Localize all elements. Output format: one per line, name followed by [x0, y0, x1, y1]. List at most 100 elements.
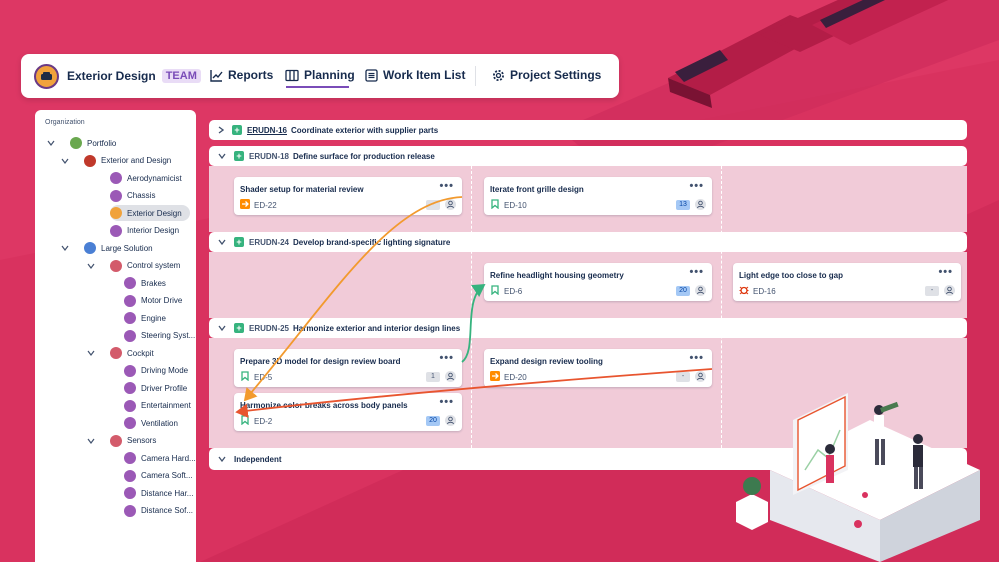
tree-item-label: Steering Syst... [141, 331, 196, 340]
user-avatar-icon[interactable] [944, 285, 955, 296]
chevron-down-icon[interactable] [218, 239, 226, 245]
team-node-icon [110, 259, 122, 272]
card-key[interactable]: ED-2 [254, 417, 272, 426]
tree-item[interactable]: Brakes [124, 275, 166, 291]
work-item-card[interactable]: Shader setup for material review ••• ED-22… [234, 177, 462, 215]
tree-item[interactable]: Distance Har... [124, 485, 193, 501]
chevron-down-icon[interactable] [47, 139, 55, 147]
tree-item[interactable]: Engine [124, 310, 166, 326]
lane-key[interactable]: ERUDN-25 [249, 324, 289, 333]
card-key[interactable]: ED-16 [753, 287, 776, 296]
card-more-icon[interactable]: ••• [689, 180, 704, 192]
user-avatar-icon[interactable] [445, 371, 456, 382]
card-more-icon[interactable]: ••• [938, 266, 953, 278]
card-key[interactable]: ED-22 [254, 201, 277, 210]
card-more-icon[interactable]: ••• [689, 352, 704, 364]
lane-key[interactable]: ERUDN-18 [249, 152, 289, 161]
estimate-badge[interactable]: - [426, 200, 440, 210]
tree-item-label: Interior Design [127, 226, 180, 235]
team-node-icon [124, 277, 136, 289]
card-more-icon[interactable]: ••• [439, 352, 454, 364]
tree-item[interactable]: Entertainment [124, 398, 191, 414]
tree-item[interactable]: Large Solution [84, 240, 153, 256]
tree-item-label: Brakes [141, 278, 166, 288]
chevron-down-icon[interactable] [218, 325, 226, 331]
team-node-icon [84, 242, 96, 254]
tree-item-label: Ventilation [141, 418, 178, 428]
team-node-icon [124, 452, 136, 464]
tree-item[interactable]: Control system [110, 258, 180, 274]
tree-item[interactable]: Camera Hard... [124, 450, 196, 466]
team-node-icon [124, 312, 136, 324]
card-more-icon[interactable]: ••• [439, 180, 454, 192]
team-node-icon [124, 399, 136, 412]
chevron-down-icon[interactable] [61, 157, 69, 165]
card-more-icon[interactable]: ••• [439, 396, 454, 408]
chevron-down-icon[interactable] [61, 244, 69, 252]
tree-item[interactable]: Exterior and Design [84, 153, 171, 169]
card-key[interactable]: ED-6 [504, 287, 522, 296]
lane-key[interactable]: ERUDN-24 [249, 238, 289, 247]
card-key[interactable]: ED-20 [504, 373, 527, 382]
lane-key[interactable]: ERUDN-16 [247, 126, 287, 135]
chevron-down-icon[interactable] [87, 437, 95, 445]
tree-item[interactable]: Steering Syst... [124, 328, 195, 344]
work-item-card[interactable]: Expand design review tooling ••• ED-20 - [484, 349, 712, 387]
swimlane-independent[interactable]: Independent [209, 448, 967, 470]
work-item-card[interactable]: Iterate front grille design ••• ED-10 13 [484, 177, 712, 215]
user-avatar-icon[interactable] [445, 199, 456, 210]
work-item-card[interactable]: Light edge too close to gap ••• ED-16 - [733, 263, 961, 301]
nav-work-item-list[interactable]: Work Item List [365, 68, 465, 82]
estimate-badge[interactable]: 20 [676, 286, 690, 296]
swimlane-erudn-24[interactable]: + ERUDN-24 Develop brand-specific lighti… [209, 232, 967, 252]
user-avatar-icon[interactable] [695, 199, 706, 210]
card-title: Harmonize color breaks across body panel… [240, 401, 408, 410]
tree-item-label: Driver Profile [141, 383, 188, 393]
estimate-badge[interactable]: 13 [676, 200, 690, 210]
tree-item-label: Engine [141, 313, 166, 323]
team-node-icon [124, 364, 136, 377]
tree-item[interactable]: Camera Soft... [124, 468, 193, 484]
user-avatar-icon[interactable] [695, 285, 706, 296]
swimlane-erudn-25[interactable]: + ERUDN-25 Harmonize exterior and interi… [209, 318, 967, 338]
chevron-right-icon[interactable] [218, 126, 224, 134]
work-item-card[interactable]: Prepare 3D model for design review board… [234, 349, 462, 387]
nav-project-settings[interactable]: Project Settings [492, 68, 601, 82]
bookmark-icon [491, 285, 499, 295]
tree-item[interactable]: Interior Design [110, 223, 179, 239]
project-header[interactable]: Exterior Design TEAM [34, 63, 201, 89]
nav-reports[interactable]: Reports [210, 68, 273, 82]
swimlane-erudn-16[interactable]: + ERUDN-16 Coordinate exterior with supp… [209, 120, 967, 140]
estimate-badge[interactable]: - [925, 286, 939, 296]
bookmark-icon [241, 371, 249, 381]
chevron-down-icon[interactable] [218, 456, 226, 462]
tree-item[interactable]: Sensors [110, 433, 156, 449]
nav-planning[interactable]: Planning [285, 68, 355, 82]
work-item-card[interactable]: Harmonize color breaks across body panel… [234, 393, 462, 431]
planning-board: + ERUDN-16 Coordinate exterior with supp… [209, 120, 967, 470]
user-avatar-icon[interactable] [445, 415, 456, 426]
tree-item[interactable]: Chassis [110, 188, 155, 204]
work-item-card[interactable]: Refine headlight housing geometry ••• ED-6… [484, 263, 712, 301]
card-key[interactable]: ED-10 [504, 201, 527, 210]
tree-item[interactable]: Driver Profile [124, 380, 187, 396]
tree-item[interactable]: Motor Drive [124, 293, 182, 309]
team-node-icon [124, 469, 136, 482]
tree-item[interactable]: Cockpit [110, 345, 154, 361]
chevron-down-icon[interactable] [87, 262, 95, 270]
tree-item[interactable]: Ventilation [124, 415, 178, 431]
user-avatar-icon[interactable] [695, 371, 706, 382]
chevron-down-icon[interactable] [218, 153, 226, 159]
swimlane-erudn-18[interactable]: + ERUDN-18 Define surface for production… [209, 146, 967, 166]
estimate-badge[interactable]: 20 [426, 416, 440, 426]
estimate-badge[interactable]: 1 [426, 372, 440, 382]
tree-item[interactable]: Portfolio [70, 135, 116, 151]
estimate-badge[interactable]: - [676, 372, 690, 382]
chevron-down-icon[interactable] [87, 349, 95, 357]
tree-item[interactable]: Distance Sof... [124, 503, 193, 519]
card-key[interactable]: ED-5 [254, 373, 272, 382]
card-more-icon[interactable]: ••• [689, 266, 704, 278]
tree-item[interactable]: Aerodynamicist [110, 170, 182, 186]
tree-item[interactable]: Driving Mode [124, 363, 188, 379]
tree-item[interactable]: Exterior Design [110, 205, 190, 221]
